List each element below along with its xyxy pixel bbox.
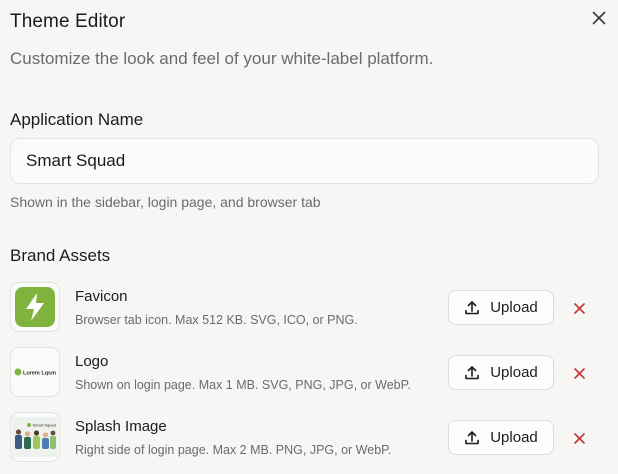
logo-preview-icon: Lorem Lqsm — [14, 368, 56, 377]
close-button[interactable] — [590, 9, 608, 27]
logo-thumbnail: Lorem Lqsm — [10, 347, 60, 397]
theme-editor-panel: Theme Editor Customize the look and feel… — [0, 0, 618, 474]
favicon-thumbnail — [10, 282, 60, 332]
upload-favicon-button[interactable]: Upload — [448, 290, 554, 325]
remove-icon — [573, 302, 585, 314]
remove-icon — [573, 432, 585, 444]
close-icon — [592, 11, 606, 25]
application-name-input[interactable] — [10, 138, 599, 184]
asset-description: Shown on login page. Max 1 MB. SVG, PNG,… — [75, 378, 411, 392]
remove-icon — [573, 367, 585, 379]
upload-icon — [465, 430, 480, 444]
upload-icon — [465, 365, 480, 379]
asset-row-favicon: Favicon Browser tab icon. Max 512 KB. SV… — [10, 282, 606, 334]
asset-row-splash-image: Smart Squad Splash Image Right side of l… — [10, 412, 606, 464]
upload-icon — [465, 300, 480, 314]
brand-assets-label: Brand Assets — [10, 246, 111, 265]
upload-label: Upload — [490, 299, 538, 316]
application-name-label: Application Name — [10, 110, 144, 129]
upload-label: Upload — [490, 364, 538, 381]
logo-thumb-text: Lorem Lqsm — [23, 371, 56, 377]
splash-thumb-text: Smart Squad — [33, 423, 56, 428]
application-name-hint: Shown in the sidebar, login page, and br… — [10, 194, 321, 210]
remove-splash-image-button[interactable] — [570, 429, 588, 447]
asset-description: Browser tab icon. Max 512 KB. SVG, ICO, … — [75, 313, 358, 327]
asset-name: Splash Image — [75, 418, 167, 435]
remove-favicon-button[interactable] — [570, 299, 588, 317]
asset-description: Right side of login page. Max 2 MB. PNG,… — [75, 443, 392, 457]
splash-preview-icon: Smart Squad — [12, 417, 58, 457]
splash-image-thumbnail: Smart Squad — [10, 412, 60, 462]
panel-title: Theme Editor — [10, 11, 126, 32]
lightning-bolt-icon — [15, 287, 55, 327]
panel-subtitle: Customize the look and feel of your whit… — [10, 49, 434, 68]
asset-name: Logo — [75, 353, 109, 370]
upload-splash-image-button[interactable]: Upload — [448, 420, 554, 455]
upload-label: Upload — [490, 429, 538, 446]
asset-row-logo: Lorem Lqsm Logo Shown on login page. Max… — [10, 347, 606, 399]
remove-logo-button[interactable] — [570, 364, 588, 382]
asset-name: Favicon — [75, 288, 128, 305]
upload-logo-button[interactable]: Upload — [448, 355, 554, 390]
